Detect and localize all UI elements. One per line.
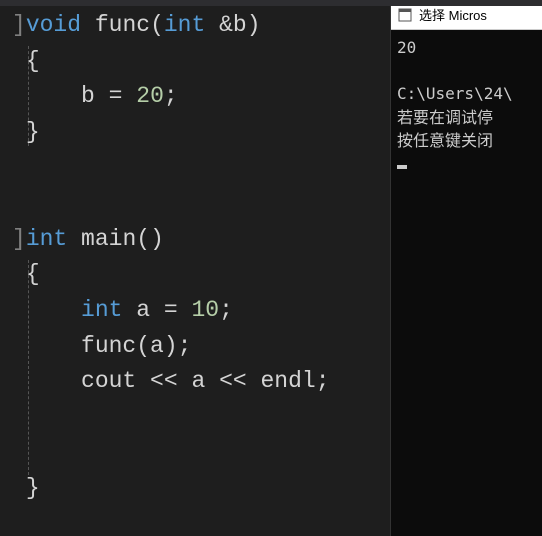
code-line[interactable]: } bbox=[0, 471, 390, 507]
keyword-void: void bbox=[26, 12, 81, 38]
code-line[interactable]: ]int main() bbox=[0, 222, 390, 258]
param-b: b bbox=[233, 12, 247, 38]
code-line[interactable]: b = 20; bbox=[0, 79, 390, 115]
output-line: 20 bbox=[397, 38, 416, 57]
cursor-icon bbox=[397, 165, 407, 169]
number-literal: 10 bbox=[192, 297, 220, 323]
code-line[interactable] bbox=[0, 400, 390, 436]
console-title-text: 选择 Micros bbox=[419, 5, 487, 24]
output-line: 按任意键关闭 bbox=[397, 131, 493, 150]
output-line: 若要在调试停 bbox=[397, 108, 493, 127]
console-window: 选择 Micros 20 C:\Users\24\ 若要在调试停 按任意键关闭 bbox=[390, 0, 542, 536]
keyword-int: int bbox=[81, 297, 122, 323]
code-line[interactable]: func(a); bbox=[0, 329, 390, 365]
code-line[interactable] bbox=[0, 151, 390, 187]
console-output[interactable]: 20 C:\Users\24\ 若要在调试停 按任意键关闭 bbox=[391, 30, 542, 536]
console-icon bbox=[397, 7, 413, 23]
code-line[interactable]: } bbox=[0, 115, 390, 151]
number-literal: 20 bbox=[136, 83, 164, 109]
output-path: C:\Users\24\ bbox=[397, 84, 513, 103]
keyword-int: int bbox=[164, 12, 205, 38]
function-name: main bbox=[81, 226, 136, 252]
code-line[interactable]: { bbox=[0, 44, 390, 80]
code-line[interactable] bbox=[0, 186, 390, 222]
code-editor[interactable]: ]void func(int &b) { b = 20; } ]int main… bbox=[0, 0, 390, 536]
code-line[interactable]: int a = 10; bbox=[0, 293, 390, 329]
code-line[interactable]: { bbox=[0, 257, 390, 293]
code-line[interactable] bbox=[0, 436, 390, 472]
code-line[interactable]: cout << a << endl; bbox=[0, 364, 390, 400]
function-name: func bbox=[95, 12, 150, 38]
code-line[interactable]: ]void func(int &b) bbox=[0, 8, 390, 44]
keyword-int: int bbox=[26, 226, 67, 252]
